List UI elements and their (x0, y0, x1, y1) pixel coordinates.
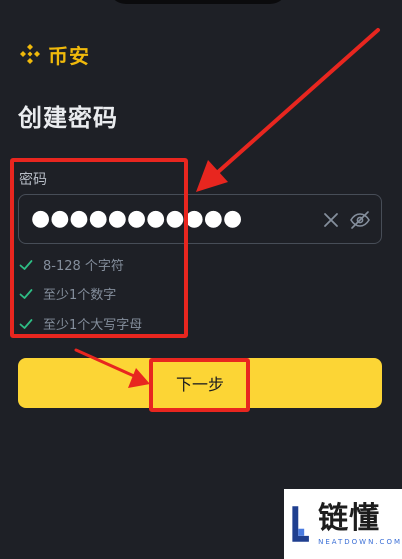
check-icon (19, 288, 33, 299)
next-button[interactable]: 下一步 (18, 358, 382, 408)
neatdown-logo-icon (292, 506, 309, 542)
requirement-text: 至少1个数字 (43, 288, 117, 303)
watermark-title: 链懂 (318, 501, 381, 536)
binance-logo-icon (20, 44, 40, 64)
page-title: 创建密码 (18, 104, 118, 132)
arrow-to-password (196, 28, 380, 192)
eye-off-icon[interactable] (349, 210, 371, 230)
watermark-subtitle: NEATDOWN.COM (318, 538, 402, 546)
annotation-arrows (74, 28, 380, 388)
requirement-uppercase: 至少1个大写字母 (19, 314, 142, 333)
requirement-length: 8-128 个字符 (19, 255, 124, 274)
password-masked-value: ●●●●●●●●●●● (31, 206, 243, 231)
password-label: 密码 (19, 172, 47, 188)
brand-logo: 币安 (18, 40, 90, 68)
phone-notch (108, 0, 288, 4)
requirement-text: 至少1个大写字母 (43, 318, 143, 333)
requirement-number: 至少1个数字 (19, 284, 116, 303)
check-icon (19, 259, 33, 270)
requirement-text: 8-128 个字符 (43, 259, 124, 274)
watermark: 链懂 NEATDOWN.COM (284, 489, 402, 559)
check-icon (19, 318, 33, 329)
password-input[interactable]: ●●●●●●●●●●● (18, 194, 382, 244)
close-icon[interactable] (321, 210, 341, 230)
brand-name: 币安 (48, 43, 90, 68)
